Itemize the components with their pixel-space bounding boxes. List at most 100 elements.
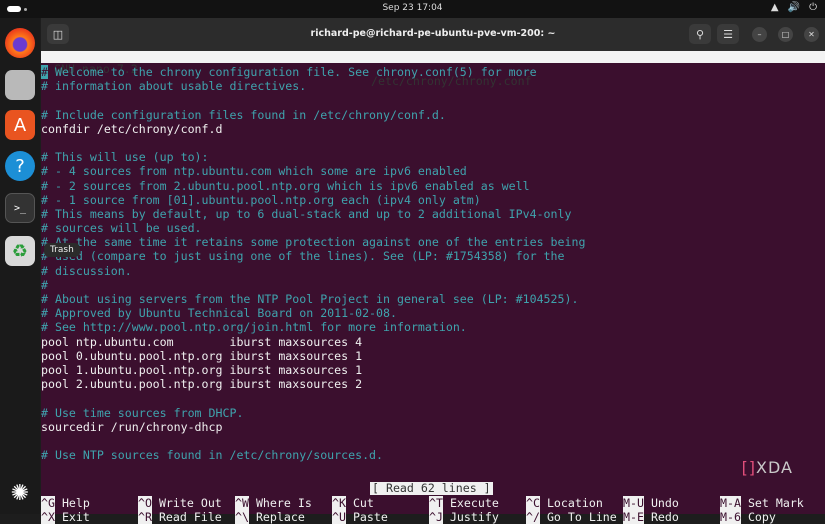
dock: A ? >_ ♻ ✺: [0, 18, 40, 514]
editor-line[interactable]: # sources will be used.: [41, 221, 585, 235]
shortcut-label: Redo: [650, 510, 679, 524]
shortcut-set-mark[interactable]: M-A Set Mark: [720, 496, 804, 510]
terminal-icon[interactable]: >_: [5, 193, 35, 223]
power-icon: ⏻: [809, 2, 817, 13]
editor-line[interactable]: [41, 93, 585, 107]
shortcut-label: Cut: [352, 496, 374, 510]
minimize-button[interactable]: –: [752, 27, 767, 42]
shortcut-label: Justify: [449, 510, 499, 524]
editor-line[interactable]: # This means by default, up to 6 dual-st…: [41, 207, 585, 221]
editor-line[interactable]: [41, 434, 585, 448]
editor-line[interactable]: # information about usable directives.: [41, 79, 585, 93]
menu-button[interactable]: ☰: [717, 24, 739, 44]
editor-line[interactable]: pool 2.ubuntu.pool.ntp.org iburst maxsou…: [41, 377, 585, 391]
shortcut-key: ^J: [429, 510, 443, 524]
shortcut-key: ^\: [235, 510, 249, 524]
shortcut-cut[interactable]: ^K Cut: [332, 496, 374, 510]
editor-line[interactable]: # At the same time it retains some prote…: [41, 235, 585, 249]
firefox-icon[interactable]: [5, 28, 35, 58]
shortcut-label: Help: [61, 496, 90, 510]
shortcut-label: Location: [546, 496, 603, 510]
shortcut-key: M-6: [720, 510, 741, 524]
shortcut-key: M-A: [720, 496, 741, 510]
editor-line[interactable]: confdir /etc/chrony/conf.d: [41, 122, 585, 136]
system-tray[interactable]: ▲ 🔊 ⏻: [771, 2, 817, 13]
search-button[interactable]: ⚲: [689, 24, 711, 44]
top-bar: Sep 23 17:04 ▲ 🔊 ⏻: [0, 0, 825, 18]
files-icon[interactable]: [5, 70, 35, 100]
watermark-text: XDA: [756, 458, 793, 477]
shortcut-location[interactable]: ^C Location: [526, 496, 603, 510]
shortcut-label: Execute: [449, 496, 499, 510]
watermark-prefix: []: [741, 458, 757, 477]
shortcut-redo[interactable]: M-E Redo: [623, 510, 679, 524]
shortcut-label: Copy: [747, 510, 776, 524]
shortcut-copy[interactable]: M-6 Copy: [720, 510, 776, 524]
maximize-button[interactable]: □: [778, 27, 793, 42]
editor-line[interactable]: pool ntp.ubuntu.com iburst maxsources 4: [41, 335, 585, 349]
shortcut-key: ^O: [138, 496, 152, 510]
clock[interactable]: Sep 23 17:04: [0, 3, 825, 13]
editor-line[interactable]: sourcedir /run/chrony-dhcp: [41, 420, 585, 434]
shortcut-key: ^C: [526, 496, 540, 510]
help-icon[interactable]: ?: [5, 151, 35, 181]
shortcut-key: ^K: [332, 496, 346, 510]
network-icon: ▲: [770, 2, 779, 13]
shortcut-key: M-U: [623, 496, 644, 510]
editor-line[interactable]: # This will use (up to):: [41, 150, 585, 164]
shortcut-key: ^W: [235, 496, 249, 510]
shortcut-label: Where Is: [255, 496, 312, 510]
volume-icon: 🔊: [787, 2, 801, 13]
close-button[interactable]: ✕: [804, 27, 819, 42]
editor-line[interactable]: pool 1.ubuntu.pool.ntp.org iburst maxsou…: [41, 363, 585, 377]
shortcut-justify[interactable]: ^J Justify: [429, 510, 499, 524]
shortcut-where-is[interactable]: ^W Where Is: [235, 496, 312, 510]
shortcut-undo[interactable]: M-U Undo: [623, 496, 679, 510]
shortcut-paste[interactable]: ^U Paste: [332, 510, 388, 524]
terminal-window: ◫ richard-pe@richard-pe-ubuntu-pve-vm-20…: [41, 18, 825, 524]
shortcut-exit[interactable]: ^X Exit: [41, 510, 90, 524]
shortcut-help[interactable]: ^G Help: [41, 496, 90, 510]
shortcut-key: ^T: [429, 496, 443, 510]
editor-line[interactable]: # Approved by Ubuntu Technical Board on …: [41, 306, 585, 320]
nano-title-bar: GNU nano 7.2 /etc/chrony/chrony.conf: [41, 51, 825, 87]
editor-line[interactable]: [41, 136, 585, 150]
shortcut-label: Read File: [158, 510, 222, 524]
editor-line[interactable]: # - 4 sources from ntp.ubuntu.com which …: [41, 164, 585, 178]
editor-buffer[interactable]: # Welcome to the chrony configuration fi…: [41, 65, 585, 462]
editor-line[interactable]: # Welcome to the chrony configuration fi…: [41, 65, 585, 79]
show-apps-icon[interactable]: ✺: [5, 478, 35, 508]
editor-line[interactable]: # Include configuration files found in /…: [41, 108, 585, 122]
shortcut-key: ^/: [526, 510, 540, 524]
xda-watermark: []XDA: [742, 458, 793, 477]
shortcut-go-to-line[interactable]: ^/ Go To Line: [526, 510, 617, 524]
app-center-icon[interactable]: A: [5, 110, 35, 140]
window-header: ◫ richard-pe@richard-pe-ubuntu-pve-vm-20…: [41, 18, 825, 51]
shortcut-key: ^G: [41, 496, 55, 510]
editor-line[interactable]: # See http://www.pool.ntp.org/join.html …: [41, 320, 585, 334]
editor-line[interactable]: [41, 391, 585, 405]
editor-line[interactable]: # - 2 sources from 2.ubuntu.pool.ntp.org…: [41, 179, 585, 193]
editor-line[interactable]: # discussion.: [41, 264, 585, 278]
editor-line[interactable]: # About using servers from the NTP Pool …: [41, 292, 585, 306]
shortcut-label: Set Mark: [747, 496, 804, 510]
editor-line[interactable]: #: [41, 278, 585, 292]
editor-line[interactable]: # used (compare to just using one of the…: [41, 249, 585, 263]
editor-line[interactable]: pool 0.ubuntu.pool.ntp.org iburst maxsou…: [41, 349, 585, 363]
shortcut-label: Write Out: [158, 496, 222, 510]
shortcut-read-file[interactable]: ^R Read File: [138, 510, 222, 524]
shortcut-key: ^U: [332, 510, 346, 524]
terminal-content[interactable]: GNU nano 7.2 /etc/chrony/chrony.conf # W…: [41, 51, 825, 524]
editor-line[interactable]: # Use NTP sources found in /etc/chrony/s…: [41, 448, 585, 462]
editor-line[interactable]: # - 1 source from [01].ubuntu.pool.ntp.o…: [41, 193, 585, 207]
shortcut-key: ^X: [41, 510, 55, 524]
shortcut-execute[interactable]: ^T Execute: [429, 496, 499, 510]
shortcut-label: Exit: [61, 510, 90, 524]
shortcut-replace[interactable]: ^\ Replace: [235, 510, 305, 524]
shortcut-label: Undo: [650, 496, 679, 510]
shortcut-write-out[interactable]: ^O Write Out: [138, 496, 222, 510]
editor-line[interactable]: # Use time sources from DHCP.: [41, 406, 585, 420]
text-cursor: #: [41, 65, 48, 79]
trash-icon[interactable]: ♻: [5, 236, 35, 266]
shortcut-key: M-E: [623, 510, 644, 524]
